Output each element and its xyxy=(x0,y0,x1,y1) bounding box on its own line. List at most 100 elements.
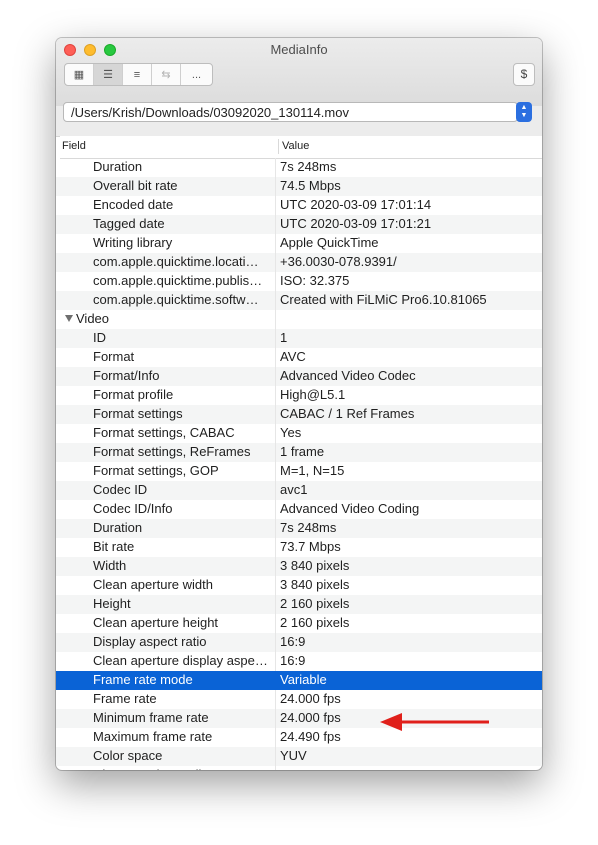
table-row[interactable]: Bit rate 73.7 Mbps xyxy=(56,538,542,557)
field-cell: Format settings, ReFrames xyxy=(93,444,251,459)
value-cell: Advanced Video Codec xyxy=(280,368,416,383)
table-row[interactable]: Encoded date UTC 2020-03-09 17:01:14 xyxy=(56,196,542,215)
table-row[interactable]: Format settings, CABAC Yes xyxy=(56,424,542,443)
cell-divider xyxy=(275,652,276,671)
cell-divider xyxy=(275,215,276,234)
table-row[interactable]: Clean aperture height 2 160 pixels xyxy=(56,614,542,633)
cell-divider xyxy=(275,538,276,557)
table-row[interactable]: Format AVC xyxy=(56,348,542,367)
table-row[interactable]: Format settings, ReFrames 1 frame xyxy=(56,443,542,462)
view-text-button[interactable]: ≡ xyxy=(123,64,152,85)
table-row[interactable]: ID 1 xyxy=(56,329,542,348)
cell-divider xyxy=(275,443,276,462)
view-mode-segmented-control: ▦ ☰ ≡ ⇆... xyxy=(64,63,213,86)
value-cell: 2 160 pixels xyxy=(280,615,350,630)
table-row[interactable]: Frame rate 24.000 fps xyxy=(56,690,542,709)
cell-divider xyxy=(275,557,276,576)
column-header-value[interactable]: Value xyxy=(282,140,309,152)
field-cell: Minimum frame rate xyxy=(93,710,209,725)
mediainfo-window: MediaInfo ▦ ☰ ≡ ⇆... $ /Users/Krish/Downloa… xyxy=(56,38,542,770)
cell-divider xyxy=(275,576,276,595)
table-row[interactable]: Format settings CABAC / 1 Ref Frames xyxy=(56,405,542,424)
value-cell: 1 xyxy=(280,330,288,345)
table-row[interactable]: com.apple.quicktime.publis… ISO: 32.375 xyxy=(56,272,542,291)
field-cell: com.apple.quicktime.publis… xyxy=(93,273,263,288)
value-cell: 7s 248ms xyxy=(280,520,337,535)
cell-divider xyxy=(275,595,276,614)
field-cell: Codec ID/Info xyxy=(93,501,173,516)
file-path-stepper-icon[interactable]: ▲ ▼ xyxy=(516,102,532,122)
field-cell: Color space xyxy=(93,748,163,763)
table-row[interactable]: Clean aperture width 3 840 pixels xyxy=(56,576,542,595)
cell-divider xyxy=(275,177,276,196)
cell-divider xyxy=(275,196,276,215)
field-cell: Format xyxy=(93,349,135,364)
field-cell: Codec ID xyxy=(93,482,148,497)
cell-divider xyxy=(275,481,276,500)
field-cell: Maximum frame rate xyxy=(93,729,213,744)
cell-divider xyxy=(275,234,276,253)
field-cell: com.apple.quicktime.softw… xyxy=(93,292,259,307)
field-cell: Display aspect ratio xyxy=(93,634,207,649)
cell-divider xyxy=(275,386,276,405)
cell-divider xyxy=(275,405,276,424)
value-cell: 3 840 pixels xyxy=(280,558,350,573)
section-row-video[interactable]: Video xyxy=(56,310,542,329)
table-row[interactable]: Width 3 840 pixels xyxy=(56,557,542,576)
table-row[interactable]: Codec ID avc1 xyxy=(56,481,542,500)
view-more-button[interactable]: ... xyxy=(181,64,212,85)
view-grid-button[interactable]: ▦ xyxy=(65,64,94,85)
table-row[interactable]: Clean aperture display aspe… 16:9 xyxy=(56,652,542,671)
value-cell: 2 160 pixels xyxy=(280,596,350,611)
field-cell: Chroma subsampling xyxy=(93,767,273,770)
table-row[interactable]: com.apple.quicktime.locati… +36.0030-078.… xyxy=(56,253,542,272)
disclosure-triangle-icon[interactable] xyxy=(65,315,73,322)
cell-divider xyxy=(275,158,276,177)
field-cell: Height xyxy=(93,596,131,611)
table-row[interactable]: Writing library Apple QuickTime xyxy=(56,234,542,253)
value-cell: 4:2:0 xyxy=(280,767,309,770)
field-cell: Format profile xyxy=(93,387,174,402)
table-row[interactable]: Duration 7s 248ms xyxy=(56,158,542,177)
table-row[interactable]: Overall bit rate 74.5 Mbps xyxy=(56,177,542,196)
table-row[interactable]: Codec ID/Info Advanced Video Coding xyxy=(56,500,542,519)
value-cell: avc1 xyxy=(280,482,308,497)
field-cell: Frame rate mode xyxy=(93,672,193,687)
column-header-field[interactable]: Field xyxy=(62,140,86,152)
table-row[interactable]: Display aspect ratio 16:9 xyxy=(56,633,542,652)
field-cell: Duration xyxy=(93,520,143,535)
table-row[interactable]: com.apple.quicktime.softw… Created with F… xyxy=(56,291,542,310)
cell-divider xyxy=(275,329,276,348)
cell-divider xyxy=(275,690,276,709)
value-cell: Created with FiLMiC Pro6.10.81065 xyxy=(280,292,487,307)
view-tree-button[interactable]: ☰ xyxy=(94,64,123,85)
table-row[interactable]: Format profile High@L5.1 xyxy=(56,386,542,405)
cell-divider xyxy=(275,272,276,291)
value-cell: 7s 248ms xyxy=(280,159,337,174)
value-cell: +36.0030-078.9391/ xyxy=(280,254,397,269)
cell-divider xyxy=(275,310,276,329)
file-path-popup[interactable]: /Users/Krish/Downloads/03092020_130114.m… xyxy=(63,102,518,122)
table-row[interactable]: Duration 7s 248ms xyxy=(56,519,542,538)
value-cell: 16:9 xyxy=(280,653,306,668)
field-cell: Format/Info xyxy=(93,368,160,383)
table-row[interactable]: Tagged date UTC 2020-03-09 17:01:21 xyxy=(56,215,542,234)
value-cell: 3 840 pixels xyxy=(280,577,350,592)
value-cell: YUV xyxy=(280,748,307,763)
table-row[interactable]: Color space YUV xyxy=(56,747,542,766)
table-row[interactable]: Format/Info Advanced Video Codec xyxy=(56,367,542,386)
cell-divider xyxy=(275,367,276,386)
table-row[interactable]: Frame rate mode Variable xyxy=(56,671,542,690)
table-row[interactable]: Chroma subsampling 4:2:0 xyxy=(56,766,542,770)
field-cell: Bit rate xyxy=(93,539,135,554)
value-cell: 16:9 xyxy=(280,634,306,649)
cell-divider xyxy=(275,424,276,443)
cell-divider xyxy=(275,348,276,367)
table-row[interactable]: Height 2 160 pixels xyxy=(56,595,542,614)
dollar-button[interactable]: $ xyxy=(513,63,535,86)
column-divider[interactable] xyxy=(278,139,279,154)
value-cell: AVC xyxy=(280,349,306,364)
field-cell: Format settings, GOP xyxy=(93,463,219,478)
table-row[interactable]: Format settings, GOP M=1, N=15 xyxy=(56,462,542,481)
field-cell: Frame rate xyxy=(93,691,157,706)
